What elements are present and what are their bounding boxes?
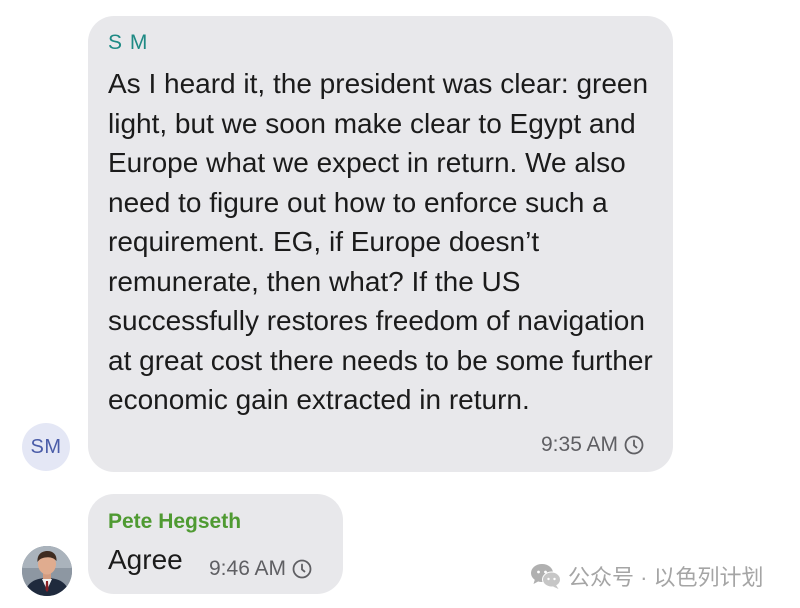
clock-icon	[624, 435, 644, 455]
timestamp-text: 9:46 AM	[209, 557, 287, 580]
profile-photo-icon	[22, 546, 72, 596]
avatar-initials-text: SM	[30, 435, 62, 458]
message-bubble-2[interactable]: Pete Hegseth Agree 9:46 AM	[88, 494, 343, 594]
timestamp-text: 9:35 AM	[541, 433, 619, 456]
message-text: Agree	[108, 544, 183, 575]
watermark: 公众号 · 以色列计划	[530, 560, 764, 592]
avatar-sm[interactable]: SM	[22, 423, 70, 471]
watermark-text: 公众号 · 以色列计划	[568, 565, 764, 590]
chat-thread: SM S M As I heard it, the president was …	[0, 0, 800, 608]
message-timestamp: 9:35 AM	[541, 433, 645, 457]
sender-name: S M	[108, 31, 149, 54]
message-timestamp: 9:46 AM	[209, 557, 313, 581]
message-bubble-1[interactable]: S M As I heard it, the president was cle…	[88, 16, 673, 472]
avatar-pete-hegseth[interactable]	[22, 546, 72, 596]
wechat-icon	[531, 564, 561, 589]
clock-icon	[292, 559, 312, 579]
message-text: As I heard it, the president was clear: …	[108, 68, 653, 415]
sender-name: Pete Hegseth	[108, 510, 242, 533]
